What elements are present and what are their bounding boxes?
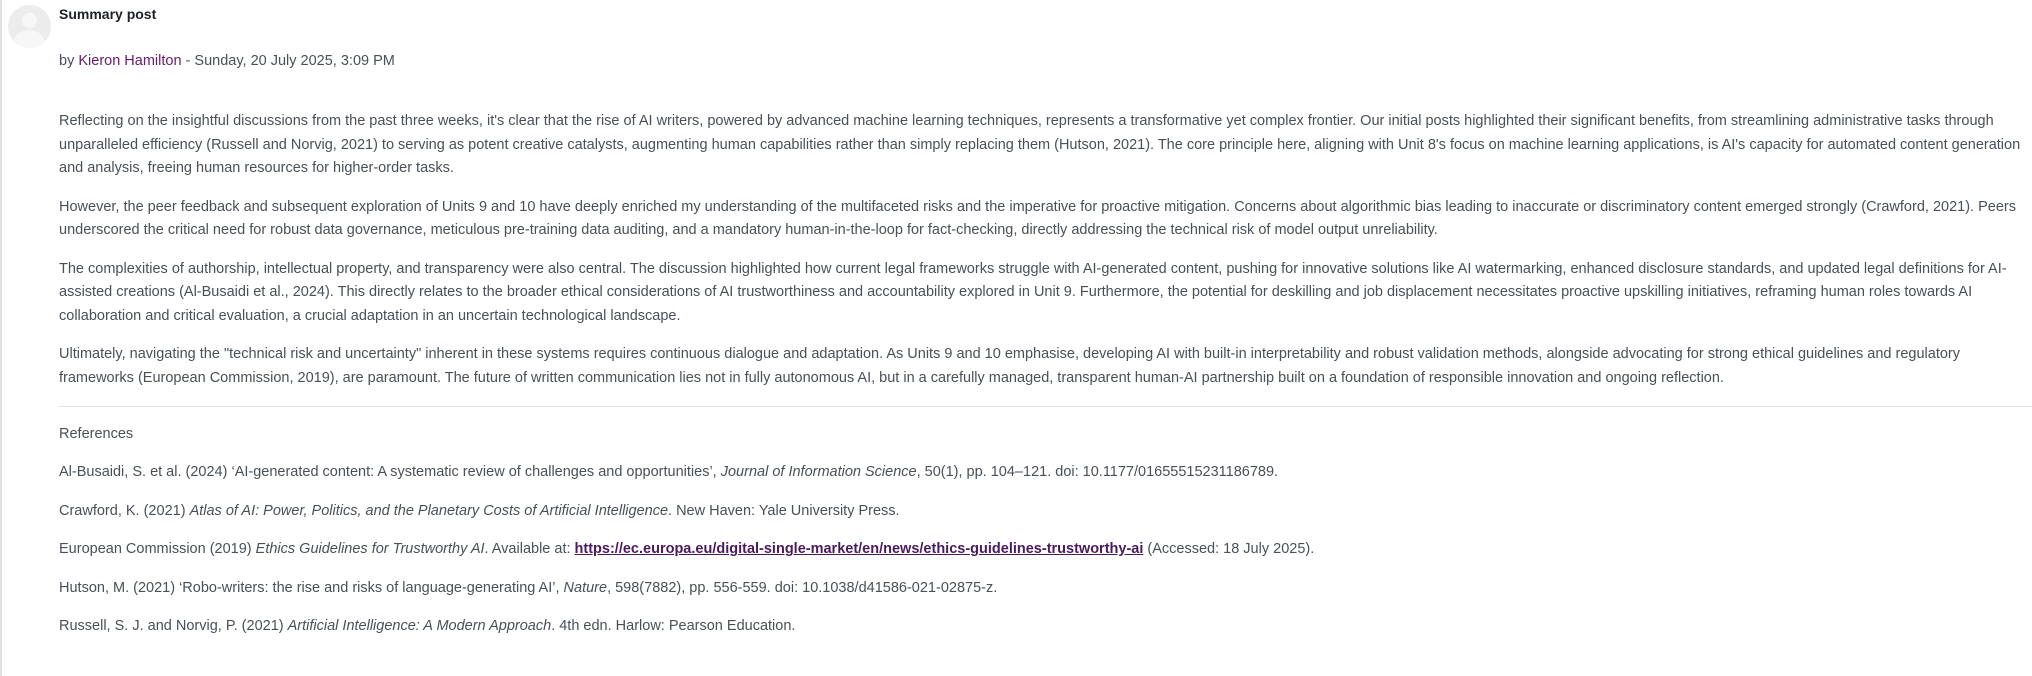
- post-date: Sunday, 20 July 2025, 3:09 PM: [194, 53, 395, 69]
- reference-title: Ethics Guidelines for Trustworthy AI: [255, 541, 485, 557]
- post-content: Reflecting on the insightful discussions…: [59, 110, 2032, 405]
- byline-separator: -: [181, 53, 195, 69]
- reference-item: Russell, S. J. and Norvig, P. (2021) Art…: [59, 616, 2032, 636]
- author-link[interactable]: Kieron Hamilton: [78, 53, 181, 69]
- references-heading: References: [59, 426, 134, 442]
- reference-item: European Commission (2019) Ethics Guidel…: [59, 539, 2032, 559]
- post-paragraph: The complexities of authorship, intellec…: [59, 260, 2007, 324]
- byline-prefix: by: [59, 53, 75, 69]
- post-byline: by Kieron Hamilton - Sunday, 20 July 202…: [59, 51, 395, 71]
- reference-text: Hutson, M. (2021) ‘Robo-writers: the ris…: [59, 579, 564, 596]
- references-divider: [59, 406, 2032, 407]
- post-subject: Summary post: [59, 6, 157, 22]
- reference-text: European Commission (2019): [59, 541, 256, 557]
- post-left-border: [0, 0, 2, 676]
- reference-text: , 50(1), pp. 104–121. doi: 10.1177/01655…: [916, 464, 1279, 480]
- reference-text: . New Haven: Yale University Press.: [668, 502, 900, 519]
- reference-title: Atlas of AI: Power, Politics, and the Pl…: [189, 502, 669, 519]
- reference-item: Al-Busaidi, S. et al. (2024) ‘AI-generat…: [59, 462, 2032, 482]
- reference-title: Nature: [563, 579, 608, 596]
- reference-text: (Accessed: 18 July 2025).: [1143, 541, 1315, 557]
- avatar-shoulders-shape: [14, 30, 45, 48]
- reference-item: Hutson, M. (2021) ‘Robo-writers: the ris…: [59, 578, 2032, 598]
- reference-item: Crawford, K. (2021) Atlas of AI: Power, …: [59, 501, 2032, 521]
- avatar-head-shape: [22, 13, 37, 28]
- reference-text: Russell, S. J. and Norvig, P. (2021): [59, 618, 288, 634]
- references-list: Al-Busaidi, S. et al. (2024) ‘AI-generat…: [59, 462, 2032, 655]
- reference-text: Al-Busaidi, S. et al. (2024) ‘AI-generat…: [59, 464, 721, 480]
- reference-text: . 4th edn. Harlow: Pearson Education.: [551, 618, 796, 634]
- user-avatar-icon[interactable]: [8, 5, 51, 48]
- reference-title: Artificial Intelligence: A Modern Approa…: [287, 618, 552, 634]
- reference-text: , 598(7882), pp. 556-559. doi: 10.1038/d…: [607, 579, 998, 596]
- post-paragraph: Ultimately, navigating the "technical ri…: [59, 346, 1960, 386]
- reference-url-link[interactable]: https://ec.europa.eu/digital-single-mark…: [575, 541, 1144, 557]
- post-paragraph: Reflecting on the insightful discussions…: [59, 113, 2021, 176]
- reference-text: . Available at:: [484, 541, 575, 557]
- reference-text: Crawford, K. (2021): [59, 502, 190, 519]
- reference-title: Journal of Information Science: [720, 464, 917, 480]
- post-paragraph: However, the peer feedback and subsequen…: [59, 198, 2016, 239]
